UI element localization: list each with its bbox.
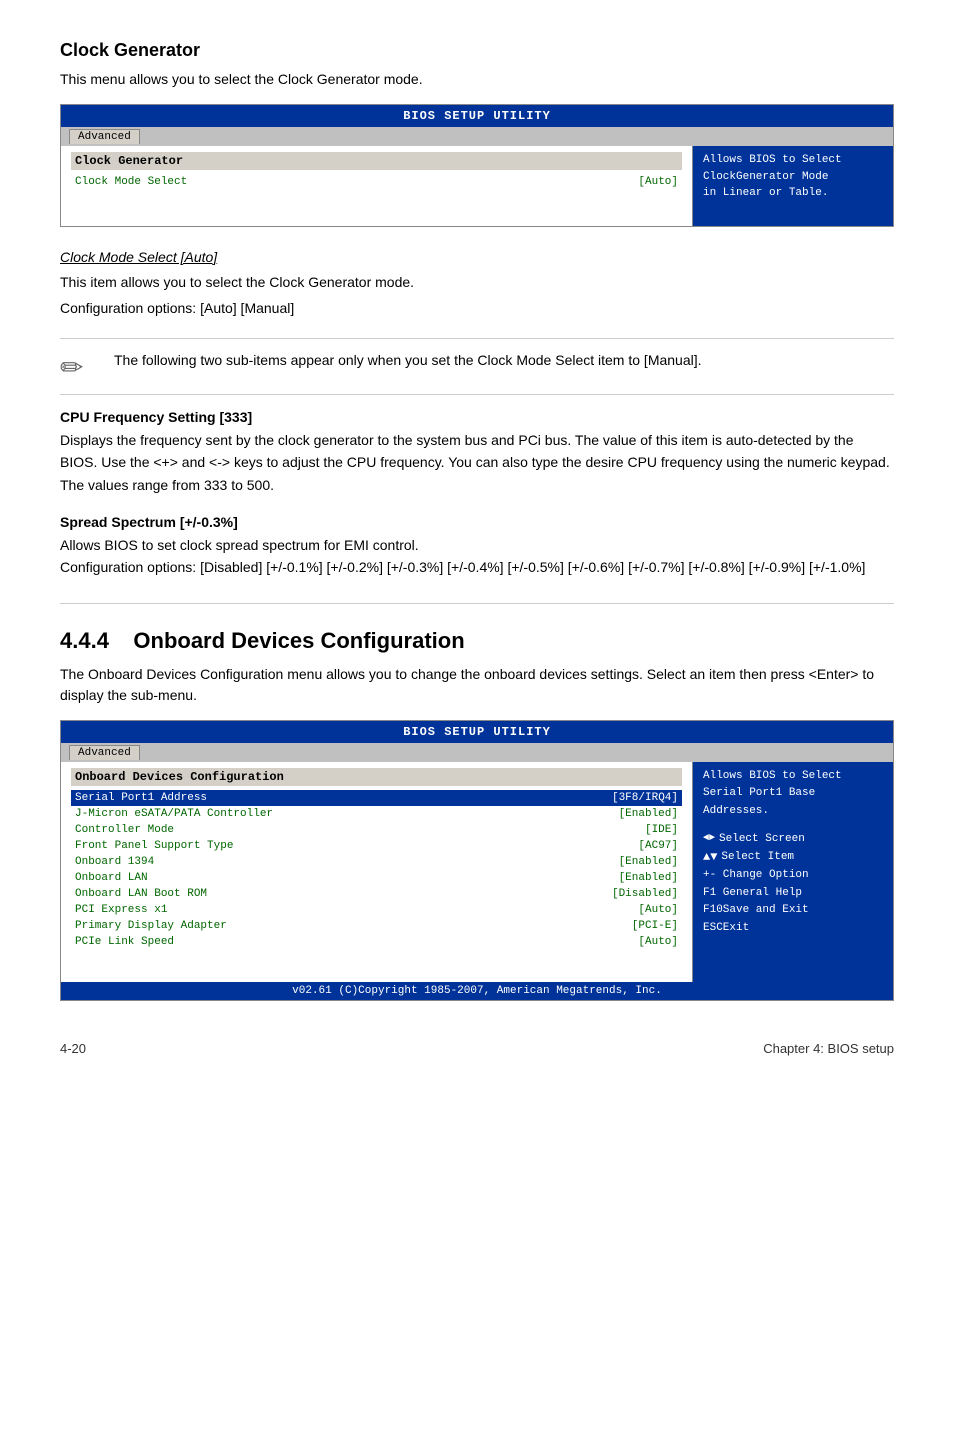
nav-save-exit-label: F10Save and Exit [703,902,809,920]
bios-item-header-onboard: Onboard Devices Configuration [71,768,682,786]
onboard-item-row-4[interactable]: Onboard 1394 [Enabled] [71,854,682,870]
onboard-intro: The Onboard Devices Configuration menu a… [60,664,894,706]
cpu-freq-desc: Displays the frequency sent by the clock… [60,429,894,496]
cpu-freq-title: CPU Frequency Setting [333] [60,409,894,425]
footer-page-number: 4-20 [60,1041,86,1056]
section-divider [60,603,894,604]
onboard-item-value-8: [PCI-E] [632,920,678,932]
clock-generator-intro: This menu allows you to select the Clock… [60,69,894,90]
bios-header-onboard: BIOS SETUP UTILITY [61,721,893,743]
onboard-item-row-8[interactable]: Primary Display Adapter [PCI-E] [71,918,682,934]
spread-spectrum-title: Spread Spectrum [+/-0.3%] [60,514,894,530]
bios-help-clock-1: Allows BIOS to Select [703,154,842,166]
nav-hints: ◄► Select Screen ▲▼ Select Item +- Chang… [703,831,883,938]
bios-left-clock: Clock Generator Clock Mode Select [Auto] [61,146,693,226]
onboard-item-value-7: [Auto] [638,904,678,916]
onboard-item-row-7[interactable]: PCI Express x1 [Auto] [71,902,682,918]
bios-help-onboard-3: Addresses. [703,805,769,817]
clock-mode-subsection: Clock Mode Select [Auto] This item allow… [60,249,894,320]
onboard-item-label-6: Onboard LAN Boot ROM [75,888,602,900]
onboard-section: 4.4.4 Onboard Devices Configuration The … [60,628,894,1001]
footer-chapter: Chapter 4: BIOS setup [763,1041,894,1056]
clock-mode-sub-title: Clock Mode Select [Auto] [60,249,894,265]
nav-change-option-label: +- Change Option [703,867,809,885]
bios-body-clock: Clock Generator Clock Mode Select [Auto]… [61,146,893,226]
nav-select-item-label: Select Item [721,849,794,867]
page-footer: 4-20 Chapter 4: BIOS setup [60,1041,894,1056]
onboard-item-value-5: [Enabled] [619,872,678,884]
bios-tab-advanced-onboard[interactable]: Advanced [69,745,140,760]
onboard-item-label-1: J-Micron eSATA/PATA Controller [75,808,609,820]
onboard-item-row-3[interactable]: Front Panel Support Type [AC97] [71,838,682,854]
note-text-clock: The following two sub-items appear only … [114,349,702,371]
bios-footer-onboard: v02.61 (C)Copyright 1985-2007, American … [61,982,893,1000]
spread-spectrum-desc1: Allows BIOS to set clock spread spectrum… [60,534,894,556]
onboard-item-label-0: Serial Port1 Address [75,792,602,804]
cpu-freq-subsection: CPU Frequency Setting [333] Displays the… [60,409,894,496]
onboard-item-row-9[interactable]: PCIe Link Speed [Auto] [71,934,682,950]
clock-mode-sub-desc1: This item allows you to select the Clock… [60,271,894,293]
nav-select-screen-label: Select Screen [719,831,805,849]
nav-general-help-label: F1 General Help [703,885,802,903]
bios-header-clock: BIOS SETUP UTILITY [61,105,893,127]
clock-generator-title: Clock Generator [60,40,894,61]
onboard-item-value-9: [Auto] [638,936,678,948]
onboard-item-value-3: [AC97] [638,840,678,852]
bios-item-label-clock-mode: Clock Mode Select [75,176,628,188]
bios-right-clock: Allows BIOS to Select ClockGenerator Mod… [693,146,893,226]
onboard-item-row-6[interactable]: Onboard LAN Boot ROM [Disabled] [71,886,682,902]
bios-item-value-clock-mode: [Auto] [638,176,678,188]
onboard-item-row-0[interactable]: Serial Port1 Address [3F8/IRQ4] [71,790,682,806]
bios-body-onboard: Onboard Devices Configuration Serial Por… [61,762,893,982]
clock-generator-section: Clock Generator This menu allows you to … [60,40,894,579]
nav-hint-screen: ◄► Select Screen [703,831,883,849]
nav-hint-item: ▲▼ Select Item [703,848,883,867]
bios-help-clock-3: in Linear or Table. [703,187,828,199]
nav-hint-change: +- Change Option [703,867,883,885]
onboard-item-value-6: [Disabled] [612,888,678,900]
bios-box-clock: BIOS SETUP UTILITY Advanced Clock Genera… [60,104,894,227]
spread-spectrum-desc2: Configuration options: [Disabled] [+/-0.… [60,556,894,578]
bios-tab-advanced-clock[interactable]: Advanced [69,129,140,144]
bios-box-onboard: BIOS SETUP UTILITY Advanced Onboard Devi… [60,720,894,1001]
onboard-item-label-9: PCIe Link Speed [75,936,628,948]
bios-help-clock-2: ClockGenerator Mode [703,171,828,183]
onboard-item-row-5[interactable]: Onboard LAN [Enabled] [71,870,682,886]
spread-spectrum-subsection: Spread Spectrum [+/-0.3%] Allows BIOS to… [60,514,894,579]
onboard-item-value-2: [IDE] [645,824,678,836]
onboard-item-value-4: [Enabled] [619,856,678,868]
onboard-item-label-5: Onboard LAN [75,872,609,884]
onboard-item-label-7: PCI Express x1 [75,904,628,916]
nav-hint-help: F1 General Help [703,885,883,903]
bios-tab-row-onboard: Advanced [61,743,893,762]
pencil-icon: ✏ [60,351,100,384]
onboard-item-label-2: Controller Mode [75,824,635,836]
arrow-ud-icon: ▲▼ [703,848,717,867]
onboard-section-title: Onboard Devices Configuration [133,628,464,653]
onboard-section-heading: 4.4.4 Onboard Devices Configuration [60,628,894,654]
nav-esc-exit-label: ESCExit [703,920,749,938]
arrow-lr-icon: ◄► [703,831,715,847]
onboard-section-num: 4.4.4 [60,628,109,653]
nav-hint-save: F10Save and Exit [703,902,883,920]
onboard-item-row-2[interactable]: Controller Mode [IDE] [71,822,682,838]
bios-left-onboard: Onboard Devices Configuration Serial Por… [61,762,693,982]
onboard-items-list: Serial Port1 Address[3F8/IRQ4]J-Micron e… [71,790,682,950]
note-box-clock: ✏ The following two sub-items appear onl… [60,338,894,395]
onboard-item-label-3: Front Panel Support Type [75,840,628,852]
bios-help-onboard-2: Serial Port1 Base [703,787,815,799]
onboard-item-value-1: [Enabled] [619,808,678,820]
onboard-item-row-1[interactable]: J-Micron eSATA/PATA Controller [Enabled] [71,806,682,822]
onboard-item-value-0: [3F8/IRQ4] [612,792,678,804]
onboard-item-label-8: Primary Display Adapter [75,920,622,932]
bios-right-onboard: Allows BIOS to Select Serial Port1 Base … [693,762,893,982]
clock-mode-sub-desc2: Configuration options: [Auto] [Manual] [60,297,894,319]
bios-tab-row-clock: Advanced [61,127,893,146]
bios-item-row-clock-mode[interactable]: Clock Mode Select [Auto] [71,174,682,190]
onboard-item-label-4: Onboard 1394 [75,856,609,868]
nav-hint-esc: ESCExit [703,920,883,938]
bios-item-header-clock: Clock Generator [71,152,682,170]
bios-help-onboard-1: Allows BIOS to Select [703,770,842,782]
